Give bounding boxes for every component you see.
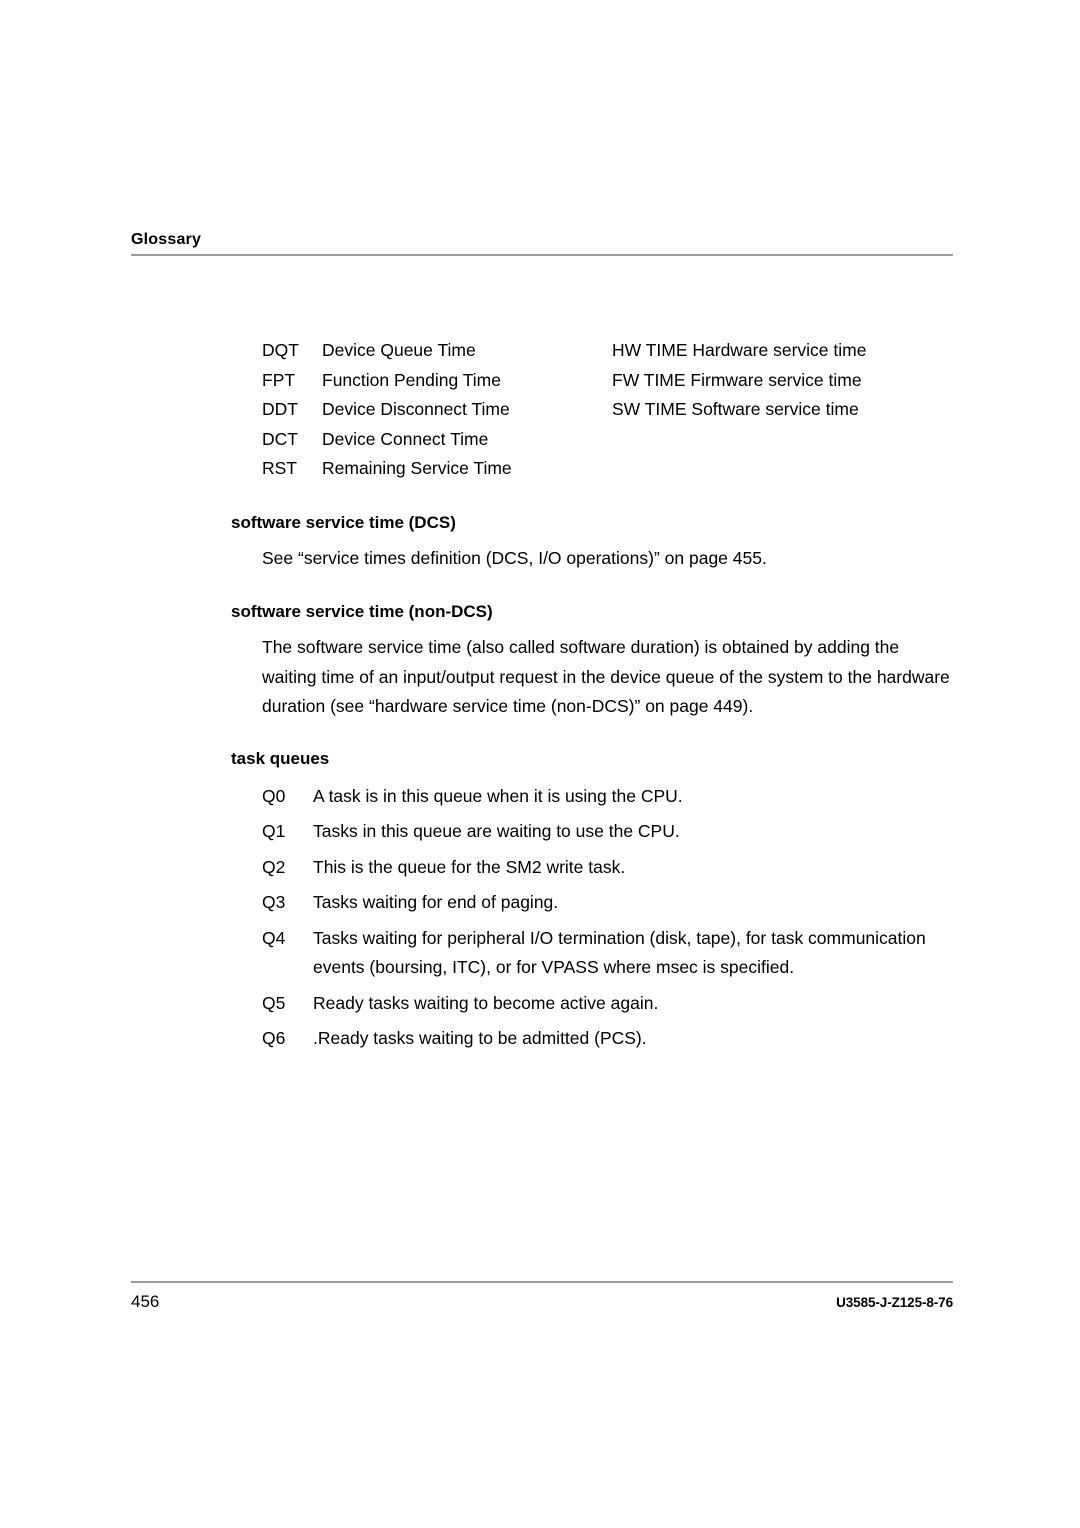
- abbreviation-code: DQT: [262, 340, 299, 360]
- abbreviation-description: Function Pending Time: [322, 369, 501, 390]
- list-item: Q3 Tasks waiting for end of paging.: [262, 888, 953, 924]
- glossary-term-software-service-time-non-dcs: software service time (non-DCS): [231, 602, 493, 621]
- list-item: Q4 Tasks waiting for peripheral I/O term…: [262, 924, 953, 989]
- queue-description: Tasks waiting for end of paging.: [313, 892, 559, 912]
- queue-label: Q3: [262, 892, 286, 912]
- abbreviation-code: DDT: [262, 399, 298, 419]
- abbreviation-code: DCT: [262, 428, 298, 449]
- queue-label: Q2: [262, 856, 286, 877]
- header-rule: [131, 254, 953, 256]
- header-title: Glossary: [131, 231, 202, 248]
- table-row: DCT Device Connect Time: [262, 425, 953, 455]
- queue-description: Tasks in this queue are waiting to use t…: [313, 821, 680, 841]
- queue-label: Q1: [262, 821, 286, 841]
- abbreviation-description: Remaining Service Time: [322, 458, 512, 478]
- abbreviation-right: FW TIME Firmware service time: [612, 369, 862, 390]
- footer-row: 456 U3585-J-Z125-8-76: [131, 1292, 953, 1312]
- list-item: Q6 .Ready tasks waiting to be admitted (…: [262, 1024, 953, 1060]
- glossary-definition-software-service-time-non-dcs: The software service time (also called s…: [262, 637, 950, 716]
- queue-description: .Ready tasks waiting to be admitted (PCS…: [313, 1028, 647, 1048]
- table-row: DQT Device Queue Time HW TIME Hardware s…: [262, 336, 953, 366]
- document-page: Glossary DQT Device Queue Time HW TIME H…: [0, 0, 1080, 1528]
- abbreviation-right: SW TIME Software service time: [612, 399, 859, 419]
- queue-description: Tasks waiting for peripheral I/O termina…: [313, 927, 926, 978]
- glossary-term-software-service-time-dcs: software service time (DCS): [231, 512, 456, 532]
- queue-label: Q6: [262, 1028, 286, 1048]
- queue-label: Q0: [262, 785, 286, 806]
- abbreviation-table-body: DQT Device Queue Time HW TIME Hardware s…: [262, 336, 953, 484]
- abbreviation-table: DQT Device Queue Time HW TIME Hardware s…: [262, 336, 953, 484]
- queue-label: Q4: [262, 927, 286, 948]
- queue-description: Ready tasks waiting to become active aga…: [313, 992, 659, 1013]
- list-item: Q5 Ready tasks waiting to become active …: [262, 989, 953, 1025]
- footer-rule: [131, 1281, 953, 1283]
- page-number: 456: [131, 1292, 160, 1311]
- document-id: U3585-J-Z125-8-76: [836, 1295, 953, 1310]
- table-row: DDT Device Disconnect Time SW TIME Softw…: [262, 395, 953, 425]
- table-row: FPT Function Pending Time FW TIME Firmwa…: [262, 366, 953, 396]
- page-footer: 456 U3585-J-Z125-8-76: [131, 1281, 953, 1312]
- queue-description: This is the queue for the SM2 write task…: [313, 856, 626, 877]
- abbreviation-code: RST: [262, 458, 297, 478]
- queue-description: A task is in this queue when it is using…: [313, 785, 683, 806]
- abbreviation-right: [612, 454, 953, 484]
- page-content: DQT Device Queue Time HW TIME Hardware s…: [231, 336, 953, 1060]
- table-row: RST Remaining Service Time: [262, 454, 953, 484]
- list-item: Q1 Tasks in this queue are waiting to us…: [262, 817, 953, 853]
- queue-label: Q5: [262, 992, 286, 1013]
- list-item: Q2 This is the queue for the SM2 write t…: [262, 853, 953, 889]
- abbreviation-description: Device Queue Time: [322, 340, 476, 360]
- list-item: Q0 A task is in this queue when it is us…: [262, 782, 953, 818]
- page-header: Glossary: [131, 230, 953, 256]
- task-queue-list: Q0 A task is in this queue when it is us…: [262, 782, 953, 1060]
- abbreviation-description: Device Connect Time: [322, 428, 489, 449]
- glossary-definition-software-service-time-dcs: See “service times definition (DCS, I/O …: [262, 547, 767, 568]
- abbreviation-code: FPT: [262, 369, 296, 390]
- glossary-term-task-queues: task queues: [231, 748, 330, 768]
- abbreviation-description: Device Disconnect Time: [322, 399, 510, 419]
- task-queue-list-body: Q0 A task is in this queue when it is us…: [262, 782, 953, 1060]
- abbreviation-right: HW TIME Hardware service time: [612, 340, 867, 360]
- abbreviation-right: [612, 425, 953, 455]
